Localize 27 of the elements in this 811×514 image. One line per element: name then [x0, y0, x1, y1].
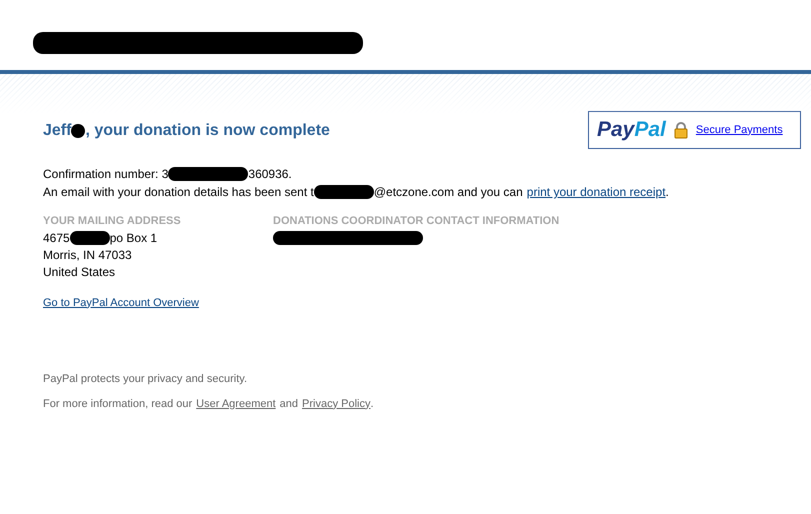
heading-text: Jeff — [43, 121, 72, 141]
redaction-mark — [71, 124, 86, 138]
email-text: . — [666, 184, 669, 201]
redaction-mark — [314, 185, 374, 199]
confirmation-text: 360936. — [248, 166, 292, 183]
redaction-mark — [70, 231, 110, 245]
address-line: Morris, IN 47033 — [43, 247, 132, 264]
paypal-logo: PayPal — [597, 117, 666, 144]
link[interactable]: print your donation receipt — [526, 183, 666, 201]
heading-text: , your donation is now complete — [85, 121, 330, 141]
privacy-text: PayPal protects your privacy and security. — [43, 372, 248, 387]
footer-text: . — [370, 396, 374, 412]
address-line: 4675 — [43, 230, 70, 247]
email-text: An email with your donation details has been sent t — [43, 184, 314, 201]
footer-text: and — [280, 396, 298, 412]
padlock-icon — [674, 122, 688, 138]
account-overview-link[interactable]: Go to PayPal Account Overview — [43, 294, 199, 311]
address-line: United States — [43, 264, 116, 281]
address-line: po Box 1 — [110, 230, 158, 247]
email-text: @etczone.com and you can — [374, 184, 523, 201]
link[interactable]: User Agreement — [196, 396, 276, 412]
section-label: DONATIONS COORDINATOR CONTACT INFORMATION — [273, 214, 560, 229]
section-label: YOUR MAILING ADDRESS — [43, 214, 182, 229]
confirmation-text: Confirmation number: 3 — [43, 166, 168, 183]
secure-payments-link[interactable]: Secure Payments — [696, 122, 783, 138]
footer-text: For more information, read our — [43, 396, 192, 412]
link[interactable]: Privacy Policy — [302, 396, 370, 412]
